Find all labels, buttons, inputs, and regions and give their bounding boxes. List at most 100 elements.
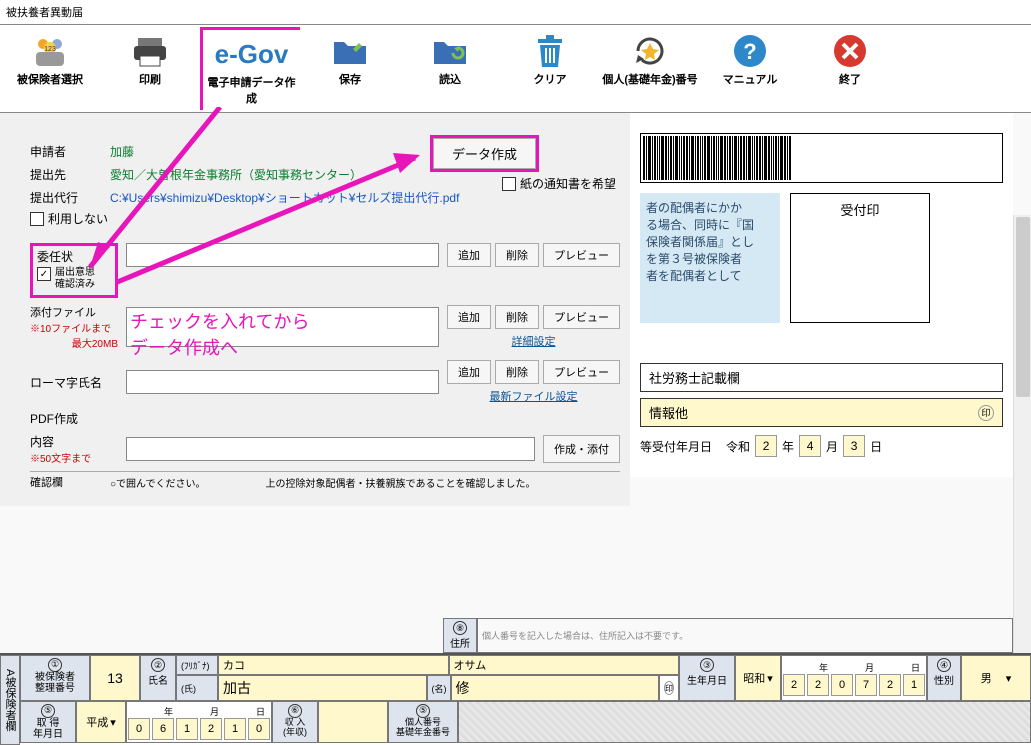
receipt-stamp-box: 受付印 <box>790 193 930 323</box>
main-panel: データ作成 紙の通知書を希望 申請者 加藤 提出先 愛知／大曽根年金事務所（愛知… <box>0 113 1031 653</box>
romaji-preview-button[interactable]: プレビュー <box>543 360 620 384</box>
dob-era-select[interactable]: 昭和▾ <box>735 655 781 701</box>
sex-label: 性別 <box>934 672 954 687</box>
window-title: 被扶養者異動届 <box>0 0 1031 24</box>
egov-create-button[interactable]: e-Gov 電子申請データ作成 <box>200 27 300 110</box>
attach-note1: ※10ファイルまで <box>30 320 118 335</box>
clear-button[interactable]: クリア <box>500 27 600 110</box>
pension-number-button[interactable]: 個人(基礎年金)番号 <box>600 27 700 110</box>
attach-add-button[interactable]: 追加 <box>447 305 491 329</box>
load-button[interactable]: 読込 <box>400 27 500 110</box>
name-label: 氏名 <box>148 672 168 687</box>
vertical-scrollbar[interactable] <box>1013 215 1031 653</box>
acq-d2[interactable]: 1 <box>176 718 198 740</box>
attach-del-button[interactable]: 削除 <box>495 305 539 329</box>
confirm-label: 確認欄 <box>30 474 90 490</box>
dob-d5[interactable]: 1 <box>903 674 925 696</box>
create-attach-button[interactable]: 作成・添付 <box>543 435 620 463</box>
dob-label: 生年月日 <box>687 672 727 687</box>
people-icon: 123 <box>0 31 100 71</box>
svg-text:?: ? <box>743 39 756 64</box>
insured-select-button[interactable]: 123 被保険者選択 <box>0 27 100 110</box>
scrollbar-thumb[interactable] <box>1016 217 1030 397</box>
furigana-label: (ﾌﾘｶﾞﾅ) <box>176 655 218 675</box>
receipt-date-row: 等受付年月日 令和 2年 4月 3日 <box>640 435 1003 457</box>
surname[interactable]: 加古 <box>218 675 427 701</box>
content-note: ※50文字まで <box>30 450 118 465</box>
right-panel: 者の配偶者にかか る場合、同時に『国 保険者関係届』とし を第３号被保険者 者を… <box>630 113 1013 477</box>
pdf-label: PDF作成 <box>30 410 78 427</box>
consent-add-button[interactable]: 追加 <box>447 243 491 267</box>
save-button[interactable]: 保存 <box>300 27 400 110</box>
attach-label: 添付ファイル <box>30 304 118 320</box>
receipt-day[interactable]: 3 <box>843 435 865 457</box>
annotation-text: チェックを入れてから データ作成へ <box>130 308 309 360</box>
content-input[interactable] <box>126 437 535 461</box>
insured-no-label: 被保険者 整理番号 <box>35 672 75 694</box>
data-create-highlight: データ作成 <box>430 135 539 172</box>
receipt-year[interactable]: 2 <box>755 435 777 457</box>
use-none-checkbox[interactable] <box>30 212 44 226</box>
dob-d3[interactable]: 7 <box>855 674 877 696</box>
acq-d5[interactable]: 0 <box>248 718 270 740</box>
svg-text:123: 123 <box>44 46 56 53</box>
acq-d0[interactable]: 0 <box>128 718 150 740</box>
egov-logo-icon: e-Gov <box>207 34 296 74</box>
mynumber-label: 個人番号 基礎年金番号 <box>396 718 450 738</box>
romaji-del-button[interactable]: 削除 <box>495 360 539 384</box>
acq-d4[interactable]: 1 <box>224 718 246 740</box>
attach-note2: 最大20MB <box>30 335 118 350</box>
manual-button[interactable]: ? マニュアル <box>700 27 800 110</box>
data-create-button[interactable]: データ作成 <box>433 138 536 169</box>
close-icon <box>800 31 900 71</box>
trash-icon <box>500 31 600 71</box>
given-name[interactable]: 修 <box>451 675 660 701</box>
acq-d3[interactable]: 2 <box>200 718 222 740</box>
dob-d0[interactable]: 2 <box>783 674 805 696</box>
acq-era-select[interactable]: 平成▾ <box>76 701 126 743</box>
paper-notice-option[interactable]: 紙の通知書を希望 <box>502 175 616 192</box>
close-button[interactable]: 終了 <box>800 27 900 110</box>
insured-table: A被保険者欄 ① 被保険者 整理番号 13 ② 氏名 (ﾌﾘｶﾞﾅ) カコ オサ… <box>0 653 1031 745</box>
seal-mark-icon: 印 <box>664 681 674 695</box>
help-icon: ? <box>700 31 800 71</box>
receipt-month[interactable]: 4 <box>799 435 821 457</box>
star-refresh-icon <box>600 31 700 71</box>
addr-note: 個人番号を記入した場合は、住所記入は不要です。 <box>477 618 1013 653</box>
insured-number[interactable]: 13 <box>90 655 140 701</box>
print-button[interactable]: 印刷 <box>100 27 200 110</box>
dob-d1[interactable]: 2 <box>807 674 829 696</box>
income-input[interactable] <box>318 701 388 743</box>
romaji-add-button[interactable]: 追加 <box>447 360 491 384</box>
barcode <box>640 133 1003 183</box>
detail-settings-link[interactable]: 詳細設定 <box>512 336 556 348</box>
kana-given[interactable]: オサム <box>449 655 680 675</box>
income-label: 収 入 (年収) <box>283 718 307 738</box>
consent-checkbox[interactable]: ✓ <box>37 267 51 281</box>
section-a-label: A被保険者欄 <box>0 655 20 745</box>
folder-load-icon <box>400 31 500 71</box>
sr-section: 社労務士記載欄 <box>640 363 1003 392</box>
paper-notice-label: 紙の通知書を希望 <box>520 175 616 192</box>
mynumber-field <box>458 701 1031 743</box>
kana-surname[interactable]: カコ <box>218 655 449 675</box>
consent-del-button[interactable]: 削除 <box>495 243 539 267</box>
addr-label: 住所 <box>450 635 470 650</box>
sex-select[interactable]: 男▾ <box>961 655 1031 701</box>
seal-icon: 印 <box>978 405 994 421</box>
consent-preview-button[interactable]: プレビュー <box>543 243 620 267</box>
romaji-input[interactable] <box>126 370 439 394</box>
attach-preview-button[interactable]: プレビュー <box>543 305 620 329</box>
arrow-consent-to-create <box>115 143 435 293</box>
blue-info-box: 者の配偶者にかか る場合、同時に『国 保険者関係届』とし を第３号被保険者 者を… <box>640 193 780 323</box>
dob-d4[interactable]: 2 <box>879 674 901 696</box>
romaji-label: ローマ字氏名 <box>30 374 118 391</box>
folder-save-icon <box>300 31 400 71</box>
confirm-text: 上の控除対象配偶者・扶養親族であることを確認しました。 <box>266 475 536 490</box>
paper-notice-checkbox[interactable] <box>502 177 516 191</box>
dob-d2[interactable]: 0 <box>831 674 853 696</box>
latest-file-link[interactable]: 最新ファイル設定 <box>490 391 578 403</box>
main-toolbar: 123 被保険者選択 印刷 e-Gov 電子申請データ作成 保存 読込 クリア <box>0 24 1031 113</box>
printer-icon <box>100 31 200 71</box>
acq-d1[interactable]: 6 <box>152 718 174 740</box>
